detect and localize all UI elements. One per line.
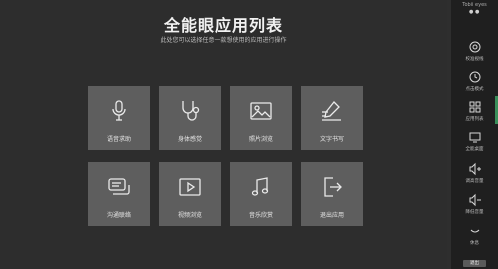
sidebar-item-label: 应用列表	[465, 117, 484, 122]
sidebar-header: Tobii eyes	[462, 2, 487, 8]
pencil-writing-icon	[317, 96, 347, 126]
sidebar-item-desktop[interactable]: 全能桌面	[451, 128, 498, 156]
volume-up-icon	[469, 162, 481, 176]
exit-icon	[317, 172, 347, 202]
sidebar-item-rest[interactable]: 休息	[451, 222, 498, 250]
page-title: 全能眼应用列表	[163, 16, 283, 35]
sidebar-item-calibrate[interactable]: 校准视线	[451, 38, 498, 66]
tile-label: 沟通联络	[106, 212, 131, 219]
clock-icon	[469, 71, 480, 83]
tile-label: 音乐欣赏	[248, 212, 273, 219]
tile-label: 文字书写	[319, 136, 344, 143]
rest-icon	[470, 229, 479, 233]
sidebar-item-volume-up[interactable]: 调高音量	[451, 160, 498, 188]
tile-label: 身体感觉	[177, 136, 202, 143]
sidebar-item-app-list[interactable]: 应用列表	[451, 98, 498, 126]
sidebar-item-label: 调高音量	[465, 179, 484, 184]
monitor-icon	[469, 132, 480, 143]
volume-down-icon	[469, 193, 481, 207]
sidebar-item-label: 校准视线	[465, 57, 484, 62]
tile-video-browse[interactable]: 视频浏览	[159, 162, 221, 226]
video-play-icon	[175, 172, 205, 202]
sidebar-item-label: 降低音量	[465, 210, 484, 215]
tile-label: 照片浏览	[248, 136, 273, 143]
image-icon	[246, 96, 276, 126]
grid-icon	[469, 101, 480, 113]
sidebar-item-label: 点击模式	[465, 87, 484, 92]
tile-label: 退出应用	[319, 212, 344, 219]
main-panel: 全能眼应用列表 此处您可以选择任意一款想使用的应用进行操作 语音求助 身体感觉 …	[0, 0, 447, 269]
calibrate-icon	[469, 41, 480, 53]
right-sidebar: Tobii eyes ● ● 校准视线 点击模式 应用列表 全能桌面 调高音量	[451, 0, 498, 269]
eye-indicator[interactable]: ● ●	[469, 9, 479, 15]
tile-text-writing[interactable]: 文字书写	[301, 86, 363, 150]
sidebar-item-click-mode[interactable]: 点击模式	[451, 68, 498, 96]
tile-label: 视频浏览	[177, 212, 202, 219]
chat-bubbles-icon	[104, 172, 134, 202]
sidebar-item-label: 全能桌面	[465, 147, 484, 152]
exit-button[interactable]: 退出	[463, 260, 486, 267]
tile-communication[interactable]: 沟通联络	[88, 162, 150, 226]
tile-photo-browse[interactable]: 照片浏览	[230, 86, 292, 150]
stethoscope-icon	[175, 96, 205, 126]
sidebar-item-label: 休息	[470, 241, 479, 246]
page-subtitle: 此处您可以选择任意一款想使用的应用进行操作	[160, 37, 287, 44]
microphone-icon	[104, 96, 134, 126]
tile-voice-help[interactable]: 语音求助	[88, 86, 150, 150]
music-note-icon	[246, 172, 276, 202]
tile-music[interactable]: 音乐欣赏	[230, 162, 292, 226]
tile-body-sense[interactable]: 身体感觉	[159, 86, 221, 150]
sidebar-item-volume-down[interactable]: 降低音量	[451, 191, 498, 219]
tile-exit-app[interactable]: 退出应用	[301, 162, 363, 226]
tile-label: 语音求助	[106, 136, 131, 143]
app-grid: 语音求助 身体感觉 照片浏览 文字书写 沟通联络 视频浏览 音乐欣赏 退出应用	[88, 86, 364, 228]
